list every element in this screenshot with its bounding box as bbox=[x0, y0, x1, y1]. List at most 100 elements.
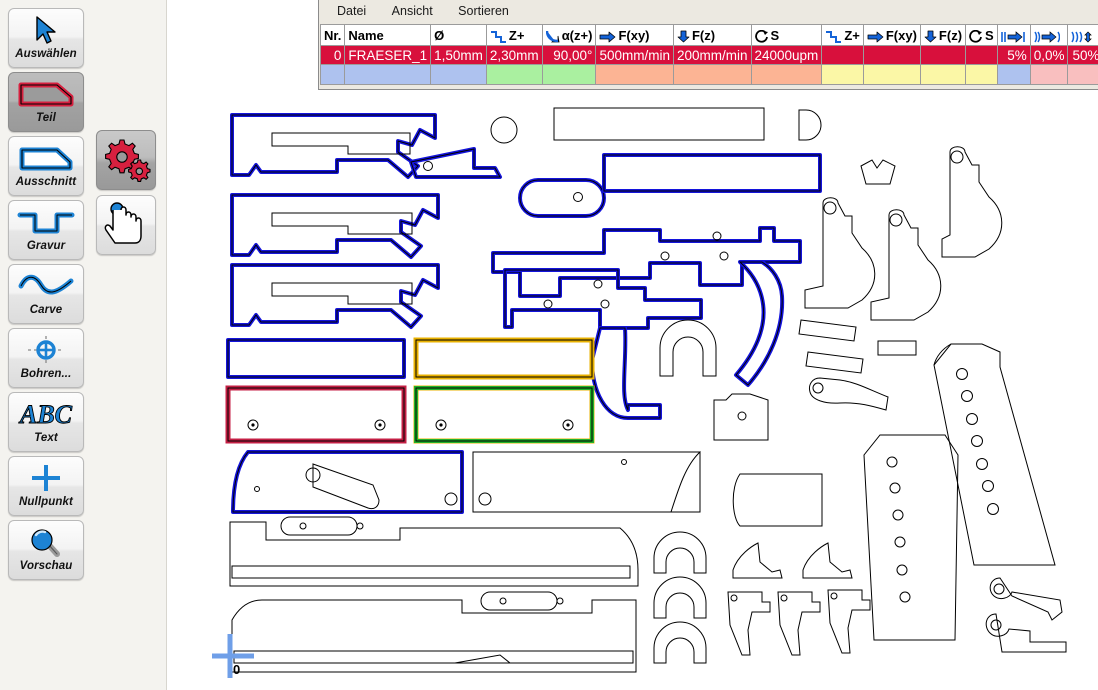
cell-zplus2[interactable] bbox=[821, 64, 864, 85]
tool-button-vorschau[interactable]: Vorschau bbox=[8, 520, 84, 580]
part-lever-1 bbox=[989, 577, 1063, 621]
part-trigger-3 bbox=[827, 589, 871, 654]
part-d-shape bbox=[798, 109, 822, 141]
cell-durchm[interactable] bbox=[430, 64, 487, 85]
cell-name[interactable] bbox=[344, 64, 432, 85]
column-header-label: Nr. bbox=[324, 27, 342, 43]
part-stock-bar-1 bbox=[229, 516, 639, 587]
left-tool-palette: Auswählen Teil Ausschnitt Gravur Carve B… bbox=[0, 0, 167, 690]
cursor-arrow-icon bbox=[33, 12, 59, 48]
arrow-down-icon bbox=[924, 28, 939, 43]
column-header-fz2[interactable]: F(z) bbox=[919, 24, 967, 46]
cell-durchm[interactable]: 1,50mm bbox=[430, 45, 487, 65]
cell-fz2[interactable] bbox=[919, 64, 967, 85]
aux-button-settings[interactable] bbox=[96, 130, 156, 190]
tool-label-text: Text bbox=[34, 432, 58, 444]
overlap-icon bbox=[1071, 28, 1098, 43]
drill-target-icon bbox=[26, 332, 66, 368]
table-row[interactable]: 0 FRAESER_1 1,50mm 2,30mm 90,00° 500mm/min 200… bbox=[319, 45, 1098, 65]
part-rect-blue-long bbox=[602, 153, 822, 193]
cell-pct3[interactable]: 50% bbox=[1067, 45, 1098, 65]
rect-blue[interactable] bbox=[226, 338, 406, 379]
rect-crimson[interactable] bbox=[225, 385, 407, 444]
column-header-fxy2[interactable]: F(xy) bbox=[862, 24, 921, 46]
aux-button-pick[interactable] bbox=[96, 195, 156, 255]
carve-wave-icon bbox=[17, 268, 75, 304]
cell-zplus1[interactable]: 2,30mm bbox=[485, 45, 543, 65]
table-header-row: Nr. Name Ø Z+ α(z+) F(xy) F(z) S Z+ F(xy) F(z) S bbox=[319, 24, 1098, 46]
cell-zplus1[interactable] bbox=[485, 64, 543, 85]
tool-table: Nr. Name Ø Z+ α(z+) F(xy) F(z) S Z+ F(xy) F(z) S 0F… bbox=[319, 24, 1098, 85]
menu-datei[interactable]: Datei bbox=[337, 0, 366, 23]
cell-s1[interactable]: 24000upm bbox=[750, 45, 823, 65]
part-slat-2 bbox=[805, 351, 864, 374]
tool-button-carve[interactable]: Carve bbox=[8, 264, 84, 324]
column-header-pct1[interactable] bbox=[996, 24, 1031, 46]
column-header-label: Z+ bbox=[508, 27, 525, 43]
cell-fz2[interactable] bbox=[919, 45, 967, 65]
tool-button-ausschnitt[interactable]: Ausschnitt bbox=[8, 136, 84, 196]
column-header-s2[interactable]: S bbox=[965, 24, 998, 46]
cell-fxy1[interactable] bbox=[595, 64, 674, 85]
tool-button-gravur[interactable]: Gravur bbox=[8, 200, 84, 260]
part-slat-3 bbox=[877, 340, 917, 356]
column-header-label: S bbox=[985, 27, 994, 43]
cell-nr[interactable]: 0 bbox=[319, 45, 346, 65]
cell-pct2[interactable]: 0,0% bbox=[1029, 45, 1069, 65]
menu-sortieren[interactable]: Sortieren bbox=[458, 0, 509, 23]
menu-ansicht[interactable]: Ansicht bbox=[392, 0, 433, 23]
column-header-zplus1[interactable]: Z+ bbox=[485, 24, 543, 46]
column-header-name[interactable]: Name bbox=[344, 24, 432, 46]
column-header-zplus2[interactable]: Z+ bbox=[821, 24, 864, 46]
tool-button-text[interactable]: ABC Text bbox=[8, 392, 84, 452]
column-header-nr[interactable]: Nr. bbox=[319, 24, 346, 46]
cell-nr[interactable] bbox=[319, 64, 346, 85]
plus-crosshair-icon bbox=[26, 460, 66, 496]
tool-label-vorschau: Vorschau bbox=[19, 560, 73, 572]
cell-pct2[interactable] bbox=[1029, 64, 1069, 85]
arrow-right-icon bbox=[867, 28, 886, 43]
nesting-canvas[interactable]: 0 bbox=[166, 0, 1098, 690]
column-header-durchm[interactable]: Ø bbox=[430, 24, 487, 46]
column-header-fz1[interactable]: F(z) bbox=[672, 24, 752, 46]
cell-fz1[interactable]: 200mm/min bbox=[672, 45, 752, 65]
cell-s2[interactable] bbox=[965, 64, 998, 85]
cell-pct1[interactable]: 5% bbox=[996, 45, 1031, 65]
tool-button-bohren[interactable]: Bohren... bbox=[8, 328, 84, 388]
tool-label-nullpunkt: Nullpunkt bbox=[19, 496, 73, 508]
part-slat-1 bbox=[798, 319, 857, 342]
tool-button-nullpunkt[interactable]: Nullpunkt bbox=[8, 456, 84, 516]
cell-fxy1[interactable]: 500mm/min bbox=[595, 45, 674, 65]
cell-s2[interactable] bbox=[965, 45, 998, 65]
cell-fz1[interactable] bbox=[672, 64, 752, 85]
cell-pct3[interactable] bbox=[1067, 64, 1098, 85]
column-header-s1[interactable]: S bbox=[750, 24, 823, 46]
cell-s1[interactable] bbox=[750, 64, 823, 85]
tool-grid[interactable]: Nr. Name Ø Z+ α(z+) F(xy) F(z) S Z+ F(xy) F(z) S 0F… bbox=[319, 23, 1098, 89]
tool-button-auswaehlen[interactable]: Auswählen bbox=[8, 8, 84, 68]
table-empty-row[interactable] bbox=[319, 64, 1098, 85]
column-header-pct3[interactable] bbox=[1067, 24, 1098, 46]
cell-fxy2[interactable] bbox=[862, 64, 921, 85]
part-arch bbox=[659, 319, 717, 377]
column-header-alpha[interactable]: α(z+) bbox=[541, 24, 597, 46]
cell-fxy2[interactable] bbox=[862, 45, 921, 65]
cell-alpha[interactable]: 90,00° bbox=[541, 45, 597, 65]
part-panel-right bbox=[472, 450, 701, 513]
svg-text:ABC: ABC bbox=[18, 400, 73, 429]
gears-icon bbox=[101, 136, 151, 185]
cell-alpha[interactable] bbox=[541, 64, 597, 85]
tool-label-ausschnitt: Ausschnitt bbox=[15, 176, 77, 188]
tool-button-teil[interactable]: Teil bbox=[8, 72, 84, 132]
part-panel-left-selected[interactable] bbox=[231, 450, 464, 514]
spindle-icon bbox=[969, 28, 985, 43]
column-header-pct2[interactable] bbox=[1029, 24, 1069, 46]
rect-gold[interactable] bbox=[413, 337, 595, 380]
cell-pct1[interactable] bbox=[996, 64, 1031, 85]
cell-zplus2[interactable] bbox=[821, 45, 864, 65]
cell-name[interactable]: FRAESER_1 bbox=[344, 45, 432, 65]
column-header-fxy1[interactable]: F(xy) bbox=[595, 24, 674, 46]
spindle-icon bbox=[754, 28, 771, 43]
part-butterfly bbox=[860, 159, 896, 185]
rect-green[interactable] bbox=[413, 385, 595, 444]
